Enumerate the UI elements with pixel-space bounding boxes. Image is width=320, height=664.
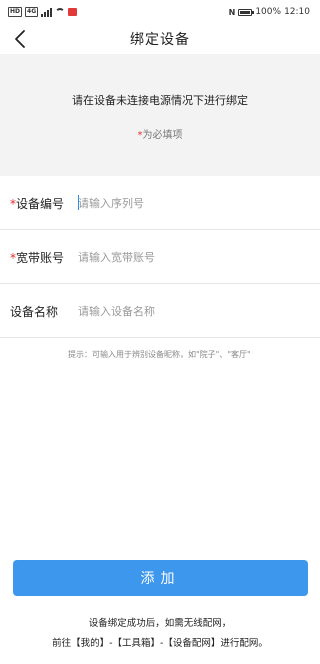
signal-icon [41, 7, 53, 17]
status-bar-right: N 100% 12:10 [229, 7, 310, 17]
clock: 12:10 [284, 7, 310, 17]
broadband-account-label-text: 宽带账号 [16, 250, 65, 265]
required-note: *为必填项 [0, 126, 320, 141]
nav-bar: 绑定设备 [0, 24, 320, 54]
device-serial-label-text: 设备编号 [16, 196, 65, 211]
notice-text: 请在设备未连接电源情况下进行绑定 [72, 94, 248, 107]
hd-indicator: HD [8, 7, 23, 17]
status-bar-left: HD 4G [8, 7, 78, 17]
chevron-left-icon [15, 30, 25, 48]
device-name-input[interactable] [76, 296, 320, 326]
back-button[interactable] [8, 27, 32, 51]
device-serial-label: *设备编号 [0, 195, 76, 212]
device-serial-row: *设备编号 [0, 176, 320, 230]
device-name-hint: 提示：可输入用于辨别设备昵称，如"院子"、"客厅" [68, 350, 251, 359]
battery-icon [238, 8, 255, 16]
required-note-text: 为必填项 [142, 130, 183, 141]
add-button[interactable]: 添加 [13, 560, 308, 596]
broadband-account-label: *宽带账号 [0, 249, 76, 266]
broadband-account-input[interactable] [76, 242, 320, 272]
footer-note-line1: 设备绑定成功后，如需无线配网， [88, 618, 232, 629]
notification-icon [68, 8, 78, 16]
nfc-icon: N [228, 7, 236, 17]
device-serial-input[interactable] [76, 188, 320, 218]
device-name-label-text: 设备名称 [10, 304, 59, 319]
network-type-indicator: 4G [25, 7, 39, 17]
divider [0, 337, 320, 338]
device-name-row: 设备名称 [0, 284, 320, 338]
wifi-icon [55, 8, 66, 16]
notice-panel: 请在设备未连接电源情况下进行绑定 *为必填项 [0, 54, 320, 176]
battery-percent: 100% [255, 7, 282, 17]
page-title: 绑定设备 [130, 32, 190, 48]
text-cursor [78, 195, 79, 210]
device-name-label: 设备名称 [0, 303, 76, 320]
broadband-account-row: *宽带账号 [0, 230, 320, 284]
footer-note-line2: 前往【我的】-【工具箱】-【设备配网】进行配网。 [52, 638, 268, 649]
status-bar: HD 4G N 100% 12:10 [0, 0, 320, 24]
